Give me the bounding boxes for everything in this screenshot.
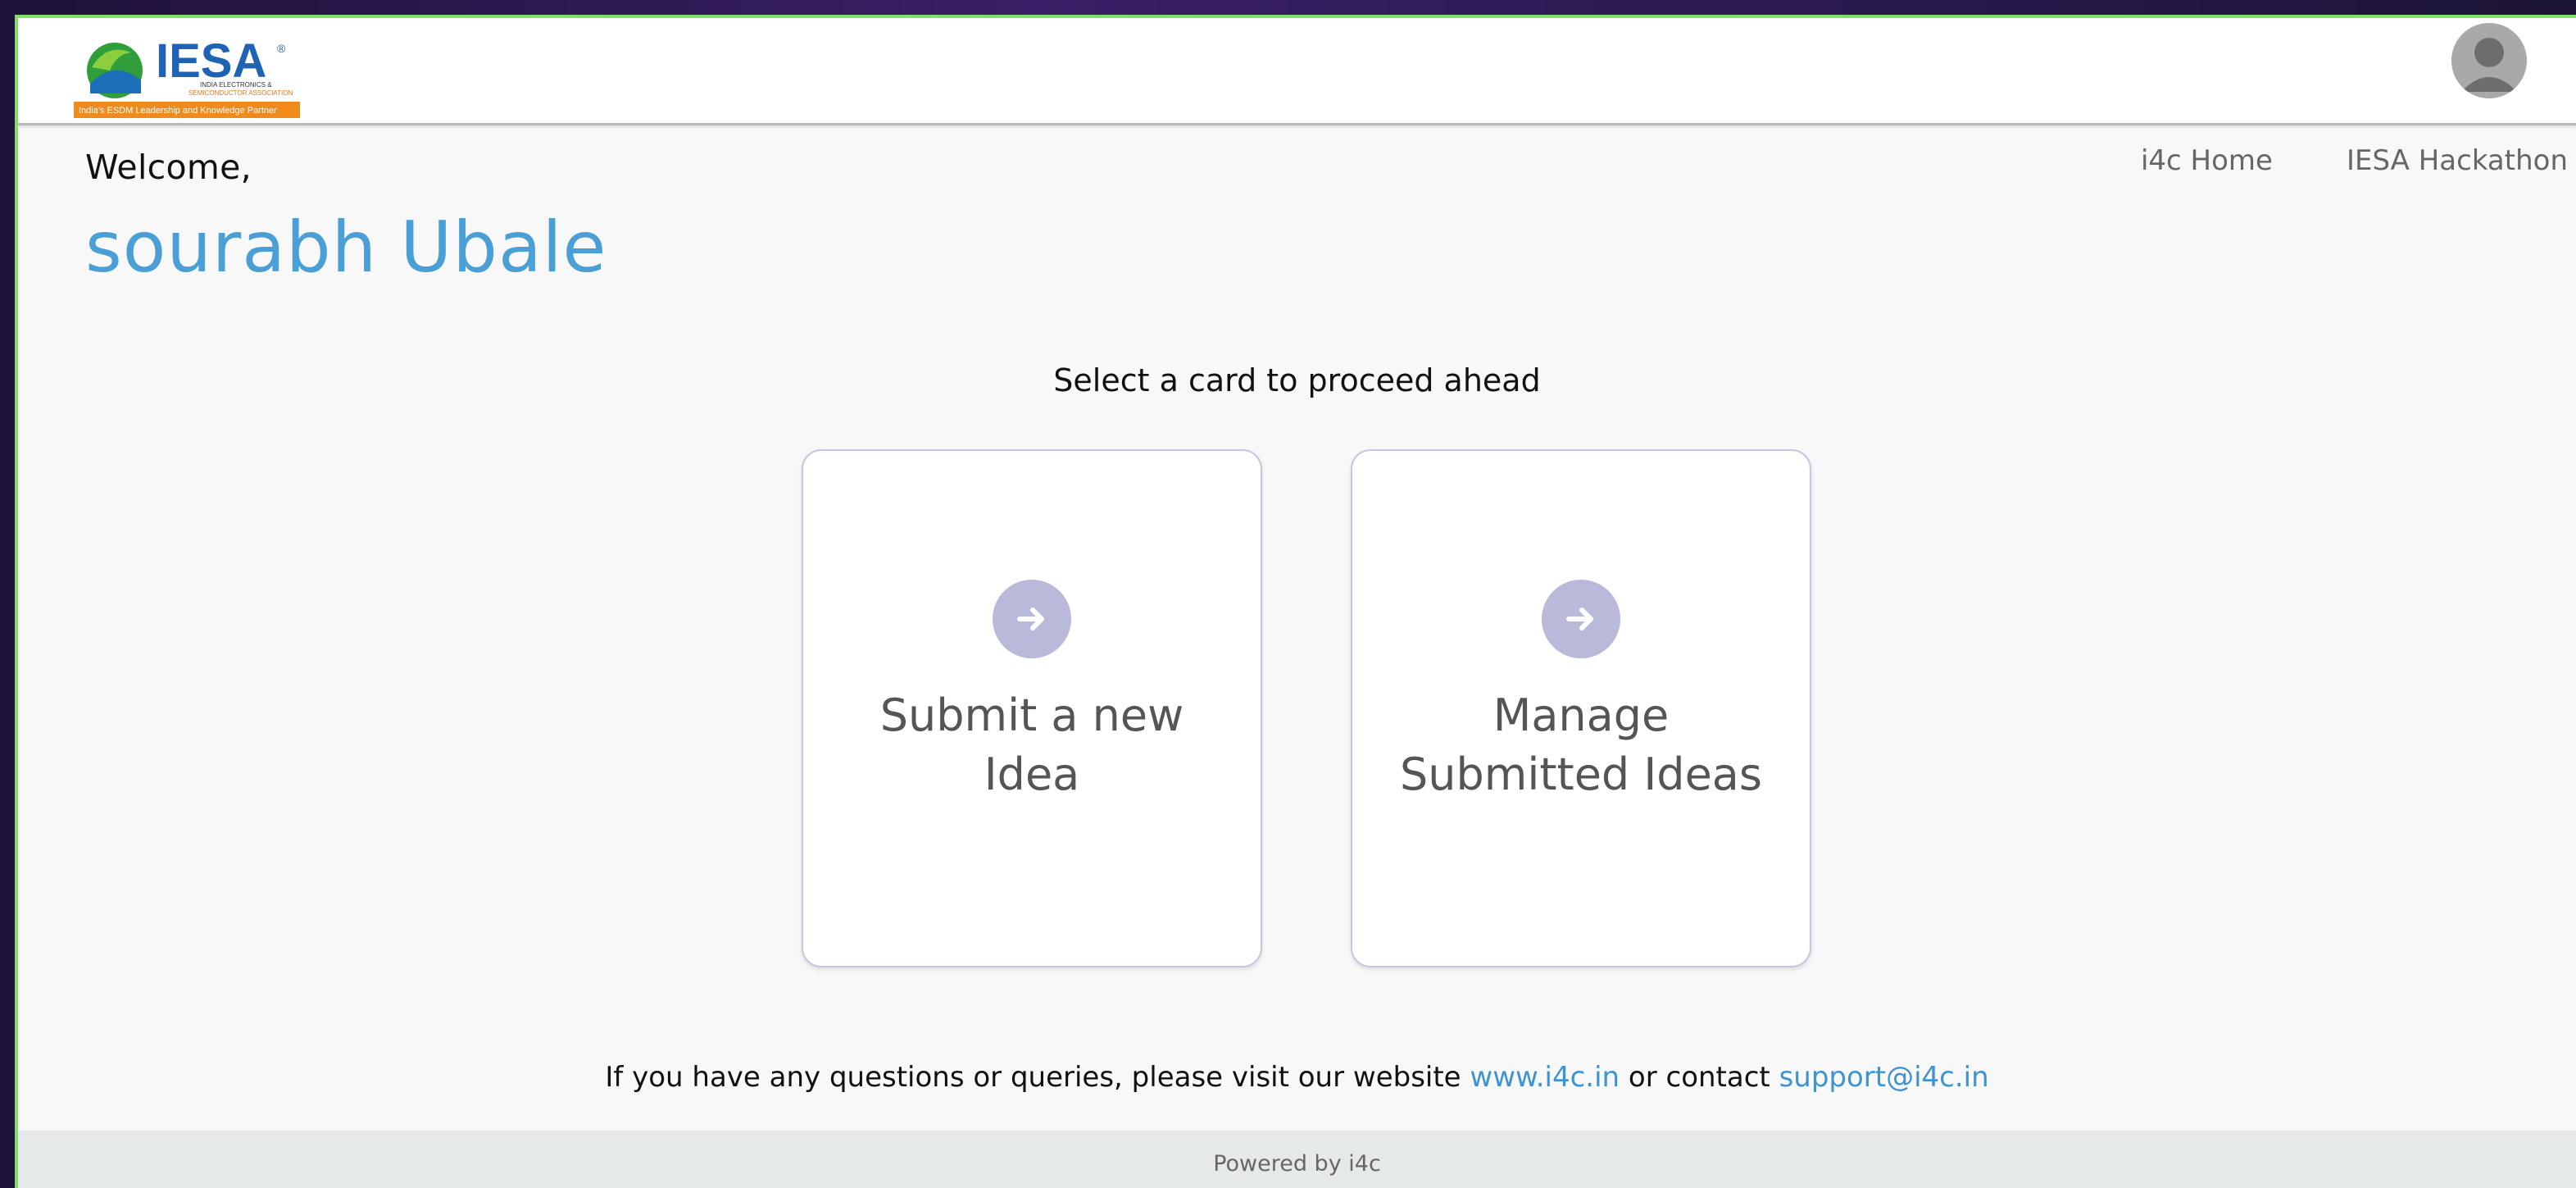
contact-text-before: If you have any questions or queries, pl… bbox=[605, 1061, 1461, 1094]
submit-idea-label: Submit a new Idea bbox=[879, 690, 1184, 800]
svg-text:®: ® bbox=[277, 42, 286, 55]
action-cards: Submit a new Idea Manage Submitted Ideas bbox=[802, 449, 1811, 967]
contact-info: If you have any questions or queries, pl… bbox=[18, 1061, 2576, 1094]
arrow-right-icon bbox=[1542, 580, 1620, 658]
support-email-link[interactable]: support@i4c.in bbox=[1779, 1061, 1989, 1094]
svg-text:INDIA ELECTRONICS &: INDIA ELECTRONICS & bbox=[200, 81, 272, 89]
header-bar: IESA ® INDIA ELECTRONICS & SEMICONDUCTOR… bbox=[18, 18, 2576, 125]
svg-text:IESA: IESA bbox=[156, 34, 266, 88]
iesa-logo-icon: IESA ® INDIA ELECTRONICS & SEMICONDUCTOR… bbox=[74, 34, 300, 118]
nav-link-i4c-home[interactable]: i4c Home bbox=[2141, 144, 2273, 177]
top-nav: i4c Home IESA Hackathon bbox=[2141, 144, 2576, 177]
footer: Powered by i4c bbox=[18, 1131, 2576, 1188]
manage-ideas-label: Manage Submitted Ideas bbox=[1399, 690, 1763, 800]
manage-ideas-card[interactable]: Manage Submitted Ideas bbox=[1351, 449, 1811, 967]
svg-text:SEMICONDUCTOR ASSOCIATION: SEMICONDUCTOR ASSOCIATION bbox=[189, 89, 293, 97]
nav-link-iesa-hackathon[interactable]: IESA Hackathon bbox=[2347, 144, 2568, 177]
select-card-prompt: Select a card to proceed ahead bbox=[1053, 362, 1541, 398]
submit-idea-card[interactable]: Submit a new Idea bbox=[802, 449, 1262, 967]
welcome-label: Welcome, bbox=[85, 148, 252, 187]
app-window: IESA ® INDIA ELECTRONICS & SEMICONDUCTOR… bbox=[15, 15, 2576, 1188]
powered-by-text: Powered by i4c bbox=[1213, 1151, 1381, 1177]
iesa-logo[interactable]: IESA ® INDIA ELECTRONICS & SEMICONDUCTOR… bbox=[74, 34, 302, 120]
arrow-right-icon bbox=[993, 580, 1071, 658]
svg-text:India's ESDM Leadership and Kn: India's ESDM Leadership and Knowledge Pa… bbox=[79, 106, 277, 116]
website-link[interactable]: www.i4c.in bbox=[1470, 1061, 1620, 1094]
user-name-heading: sourabh Ubale bbox=[85, 207, 607, 289]
contact-text-middle: or contact bbox=[1628, 1061, 1770, 1094]
user-avatar-icon[interactable] bbox=[2451, 23, 2527, 98]
